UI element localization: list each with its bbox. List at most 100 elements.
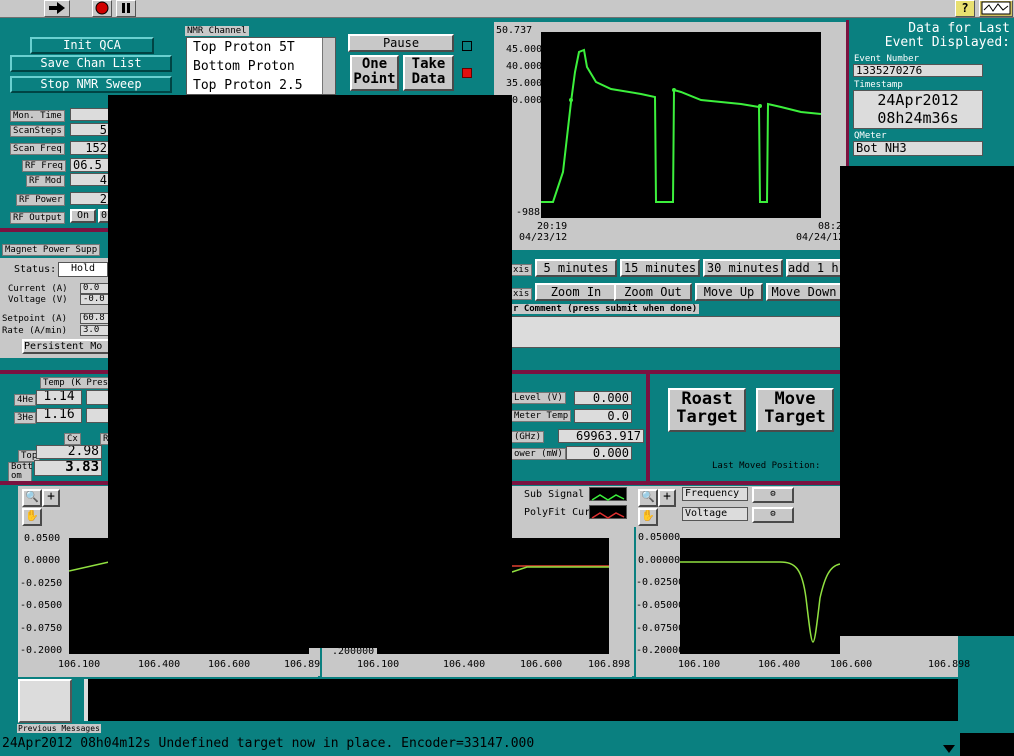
current-field: 0.0 bbox=[80, 283, 110, 294]
one-point-button[interactable]: One Point bbox=[350, 55, 399, 91]
rf-output-on-button[interactable]: On bbox=[70, 209, 96, 223]
status-label: Status: bbox=[14, 264, 57, 275]
save-chan-list-button[interactable]: Save Chan List bbox=[10, 55, 172, 72]
pause-icon[interactable] bbox=[116, 0, 136, 17]
event-title: Data for Last Event Displayed: bbox=[884, 21, 1010, 50]
he3-label: 3He bbox=[14, 412, 37, 424]
roast-target-button[interactable]: Roast Target bbox=[668, 388, 746, 432]
he4-field: 1.14 bbox=[36, 390, 82, 405]
plot2-x-tick: 106.898 bbox=[588, 659, 631, 670]
plot3-y-tick: -0.05000 bbox=[636, 600, 685, 611]
plot1-y-tick: -0.0750 bbox=[20, 623, 63, 634]
plot2-x-tick: 106.400 bbox=[443, 659, 486, 670]
time-30min-button[interactable]: 30 minutes bbox=[703, 259, 783, 277]
move-down-button[interactable]: Move Down bbox=[766, 283, 842, 301]
move-target-button[interactable]: Move Target bbox=[756, 388, 834, 432]
crosshair-tool-icon[interactable]: + bbox=[658, 489, 676, 507]
power-label: ower (mW) bbox=[511, 448, 566, 460]
history-y-tick: 40.000 bbox=[506, 61, 543, 72]
time-15min-button[interactable]: 15 minutes bbox=[620, 259, 700, 277]
plot3-area[interactable] bbox=[680, 538, 841, 654]
plot2-x-tick: 106.100 bbox=[357, 659, 400, 670]
zoom-tool-icon[interactable]: 🔍 bbox=[638, 489, 658, 507]
rf-freq-field[interactable]: 06.5 bbox=[70, 158, 110, 172]
crosshair-tool-icon[interactable]: + bbox=[42, 489, 60, 507]
scan-freq-field[interactable]: 152 bbox=[70, 141, 110, 155]
list-item[interactable]: Top Proton 5T bbox=[187, 38, 335, 57]
persistent-mode-button[interactable]: Persistent Mo bbox=[22, 339, 110, 354]
zoom-tool-icon[interactable]: 🔍 bbox=[22, 489, 42, 507]
plot1-y-tick: 0.0500 bbox=[24, 533, 61, 544]
nmr-channel-list[interactable]: Top Proton 5T Bottom Proton Top Proton 2… bbox=[186, 37, 336, 95]
power-field: 0.000 bbox=[566, 446, 632, 460]
rate-label: Rate (A/min) bbox=[2, 326, 68, 336]
init-qca-button[interactable]: Init QCA bbox=[30, 37, 154, 54]
level-field: 0.000 bbox=[574, 391, 632, 405]
scan-steps-label: ScanSteps bbox=[10, 125, 65, 137]
help-icon[interactable]: ? bbox=[955, 0, 975, 17]
setpoint-field[interactable]: 60.8 bbox=[80, 313, 110, 324]
redacted-region bbox=[108, 95, 512, 648]
time-axis-label: xis bbox=[510, 264, 533, 276]
voltage-format-icon[interactable]: ⚙ bbox=[752, 507, 794, 523]
bott-temp-field: 3.83 bbox=[34, 460, 102, 476]
zoom-axis-label: xis bbox=[510, 288, 533, 300]
record-icon[interactable] bbox=[92, 0, 112, 17]
time-5min-button[interactable]: 5 minutes bbox=[535, 259, 617, 277]
pan-hand-icon[interactable]: ✋ bbox=[22, 508, 42, 526]
rate-field[interactable]: 3.0 bbox=[80, 325, 110, 336]
list-item[interactable]: Bottom Proton bbox=[187, 57, 335, 76]
setpoint-label: Setpoint (A) bbox=[2, 314, 68, 324]
plot1-x-tick: 106.100 bbox=[58, 659, 101, 670]
previous-messages-label: Previous Messages bbox=[17, 724, 101, 733]
history-y-tick: 50.737 bbox=[496, 25, 533, 36]
indicator-light-on bbox=[462, 68, 472, 78]
polyfit-label: PolyFit Cur bbox=[524, 507, 591, 518]
pause-button[interactable]: Pause bbox=[348, 34, 454, 52]
mon-time-field[interactable] bbox=[70, 108, 110, 121]
run-arrow-icon[interactable] bbox=[44, 0, 70, 17]
message-log bbox=[84, 679, 958, 721]
pan-hand-icon[interactable]: ✋ bbox=[638, 508, 658, 526]
take-data-button[interactable]: Take Data bbox=[403, 55, 454, 91]
list-scrollbar[interactable] bbox=[322, 38, 335, 94]
zoom-in-button[interactable]: Zoom In bbox=[535, 283, 617, 301]
polyfit-swatch[interactable] bbox=[589, 505, 627, 519]
plot3-x-tick: 106.898 bbox=[928, 659, 971, 670]
he4-pressure-field bbox=[86, 390, 110, 405]
he4-label: 4He bbox=[14, 394, 37, 406]
history-y-tick: 45.000 bbox=[506, 44, 543, 55]
rf-freq-label: RF Freq bbox=[22, 160, 66, 172]
plot1-x-tick: 106.400 bbox=[138, 659, 181, 670]
temp-title: Temp (K Pres bbox=[40, 377, 112, 389]
comment-label: r Comment (press submit when done) bbox=[511, 304, 700, 314]
scan-steps-field[interactable]: 5 bbox=[70, 123, 110, 136]
he3-field: 1.16 bbox=[36, 408, 82, 423]
rf-power-field[interactable]: 2 bbox=[70, 192, 110, 205]
last-moved-label: Last Moved Position: bbox=[712, 461, 821, 471]
top-temp-field: 2.98 bbox=[36, 445, 102, 459]
time-add-hour-button[interactable]: add 1 h bbox=[786, 259, 842, 277]
comment-input[interactable] bbox=[511, 316, 841, 348]
plot2-x-tick: 106.600 bbox=[520, 659, 563, 670]
plot1-y-tick: -0.0500 bbox=[20, 600, 63, 611]
rf-mod-field[interactable]: 4 bbox=[70, 173, 110, 186]
zoom-out-button[interactable]: Zoom Out bbox=[614, 283, 692, 301]
timestamp-field: 24Apr2012 08h24m36s bbox=[853, 90, 983, 129]
history-x-end-date: 04/24/12 bbox=[796, 232, 845, 243]
nmr-channel-label: NMR Channel bbox=[185, 26, 249, 36]
sub-signal-label: Sub Signal bbox=[524, 489, 585, 500]
voltage-label: Voltage (V) bbox=[8, 295, 68, 305]
frequency-format-icon[interactable]: ⚙ bbox=[752, 487, 794, 503]
stop-nmr-sweep-button[interactable]: Stop NMR Sweep bbox=[10, 76, 172, 93]
sub-signal-swatch[interactable] bbox=[589, 487, 627, 501]
rf-mod-label: RF Mod bbox=[26, 175, 65, 187]
current-message: 24Apr2012 08h04m12s Undefined target now… bbox=[2, 736, 535, 751]
chevron-down-icon[interactable] bbox=[942, 740, 956, 753]
history-plot-area[interactable] bbox=[541, 32, 822, 218]
meter-temp-label: Meter Temp bbox=[511, 410, 572, 422]
frequency-axis-label: Frequency bbox=[682, 487, 748, 501]
ghz-label: (GHz) bbox=[511, 431, 545, 443]
list-item[interactable]: Top Proton 2.5 bbox=[187, 76, 335, 95]
move-up-button[interactable]: Move Up bbox=[695, 283, 763, 301]
